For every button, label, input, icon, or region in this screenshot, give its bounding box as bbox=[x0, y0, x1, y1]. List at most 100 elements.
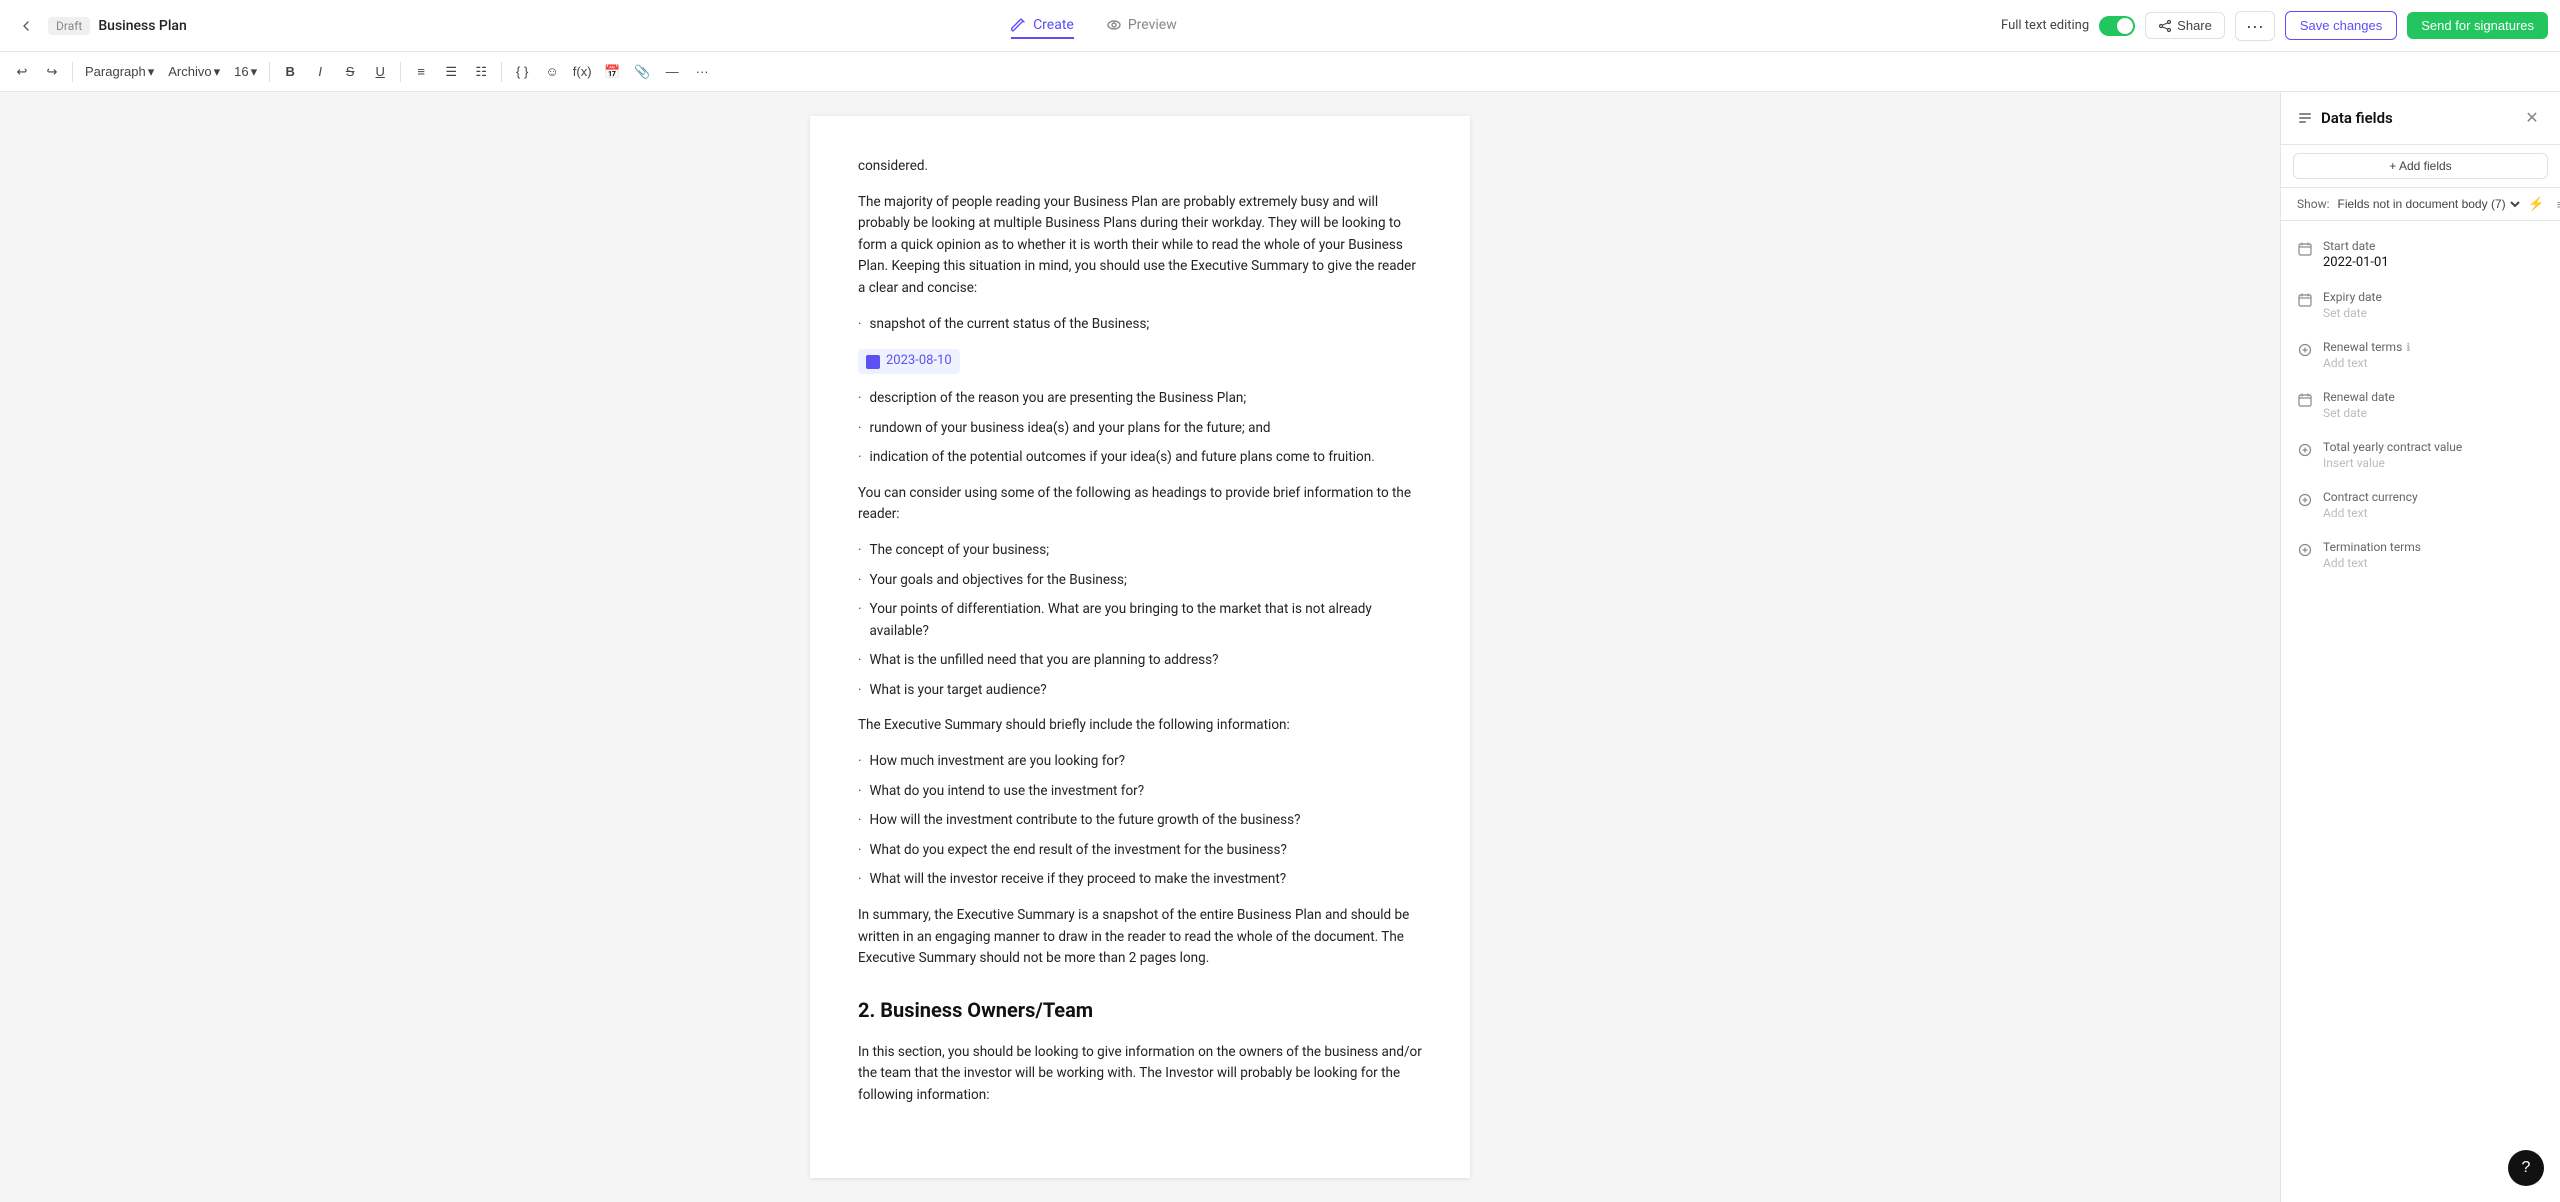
field-name: Start date bbox=[2323, 239, 2544, 253]
ordered-list-button[interactable]: ☷ bbox=[467, 58, 495, 86]
filter-select[interactable]: Fields not in document body (7) bbox=[2334, 196, 2523, 212]
tab-create[interactable]: Create bbox=[1011, 13, 1074, 39]
save-changes-button[interactable]: Save changes bbox=[2285, 11, 2397, 40]
toolbar-separator-2 bbox=[269, 62, 270, 82]
nav-tabs: Create Preview bbox=[195, 13, 1993, 39]
filter-icons: ⚡ ≡ bbox=[2527, 194, 2560, 214]
para1: The majority of people reading your Busi… bbox=[858, 192, 1422, 300]
bullet-list-button[interactable]: ☰ bbox=[437, 58, 465, 86]
more-toolbar-button[interactable]: ··· bbox=[688, 58, 716, 86]
add-fields-button[interactable]: + Add fields bbox=[2293, 153, 2548, 179]
field-placeholder[interactable]: Insert value bbox=[2323, 456, 2544, 470]
emoji-button[interactable]: ☺ bbox=[538, 58, 566, 86]
para3: The Executive Summary should briefly inc… bbox=[858, 715, 1422, 737]
attachment-button[interactable]: 📎 bbox=[628, 58, 656, 86]
editor-wrapper[interactable]: considered. The majority of people readi… bbox=[0, 92, 2280, 1202]
underline-button[interactable]: U bbox=[366, 58, 394, 86]
align-button[interactable]: ≡ bbox=[407, 58, 435, 86]
variable-button[interactable]: { } bbox=[508, 58, 536, 86]
bullet-item-11: What do you intend to use the investment… bbox=[858, 781, 1422, 803]
field-item: Renewal date Set date bbox=[2281, 380, 2560, 430]
top-navigation: Draft Business Plan Create Preview Full … bbox=[0, 0, 2560, 52]
fields-icon bbox=[2297, 110, 2313, 126]
field-item: Renewal terms ℹ Add text bbox=[2281, 330, 2560, 380]
para4: In summary, the Executive Summary is a s… bbox=[858, 905, 1422, 970]
bullet-item-7: Your points of differentiation. What are… bbox=[858, 599, 1422, 642]
calendar-button[interactable]: 📅 bbox=[598, 58, 626, 86]
bullet-list-2: description of the reason you are presen… bbox=[858, 388, 1422, 469]
field-content: Renewal terms ℹ Add text bbox=[2323, 340, 2544, 370]
more-options-button[interactable]: ··· bbox=[2235, 11, 2275, 41]
bullet-item-3: rundown of your business idea(s) and you… bbox=[858, 418, 1422, 440]
field-name: Expiry date bbox=[2323, 290, 2544, 304]
draft-badge: Draft bbox=[48, 17, 90, 35]
font-dropdown[interactable]: Archivo ▾ bbox=[162, 58, 226, 86]
font-size-dropdown[interactable]: 16 ▾ bbox=[228, 58, 263, 86]
filter-button[interactable]: ⚡ bbox=[2527, 194, 2547, 214]
bullet-list-1: snapshot of the current status of the Bu… bbox=[858, 314, 1422, 336]
section2-para: In this section, you should be looking t… bbox=[858, 1042, 1422, 1107]
full-text-toggle[interactable] bbox=[2099, 16, 2135, 36]
italic-button[interactable]: I bbox=[306, 58, 334, 86]
paragraph-dropdown[interactable]: Paragraph ▾ bbox=[79, 58, 160, 86]
field-content: Renewal date Set date bbox=[2323, 390, 2544, 420]
strikethrough-button[interactable]: S bbox=[336, 58, 364, 86]
field-type-icon bbox=[2297, 241, 2313, 257]
field-placeholder[interactable]: Add text bbox=[2323, 356, 2544, 370]
bold-button[interactable]: B bbox=[276, 58, 304, 86]
field-name: Total yearly contract value bbox=[2323, 440, 2544, 454]
sort-button[interactable]: ≡ bbox=[2551, 194, 2560, 214]
field-content: Start date 2022-01-01 bbox=[2323, 239, 2544, 270]
field-type-icon bbox=[2297, 292, 2313, 308]
nav-right: Full text editing Share ··· Save changes… bbox=[2001, 11, 2548, 41]
formula-button[interactable]: f(x) bbox=[568, 58, 596, 86]
back-button[interactable] bbox=[12, 12, 40, 40]
field-placeholder[interactable]: Set date bbox=[2323, 306, 2544, 320]
field-item: Termination terms Add text bbox=[2281, 530, 2560, 580]
document-content[interactable]: considered. The majority of people readi… bbox=[858, 156, 1422, 1107]
intro-para: considered. bbox=[858, 156, 1422, 178]
field-item: Total yearly contract value Insert value bbox=[2281, 430, 2560, 480]
date-tag: 2023-08-10 bbox=[858, 349, 960, 374]
bullet-item-10: How much investment are you looking for? bbox=[858, 751, 1422, 773]
bullet-item-14: What will the investor receive if they p… bbox=[858, 869, 1422, 891]
field-content: Contract currency Add text bbox=[2323, 490, 2544, 520]
field-name: Contract currency bbox=[2323, 490, 2544, 504]
editor-page: considered. The majority of people readi… bbox=[810, 116, 1470, 1178]
field-type-icon bbox=[2297, 442, 2313, 458]
fields-list: Start date 2022-01-01 Expiry date Set da… bbox=[2281, 221, 2560, 1202]
field-content: Total yearly contract value Insert value bbox=[2323, 440, 2544, 470]
undo-button[interactable]: ↩ bbox=[8, 58, 36, 86]
panel-header: Data fields ✕ bbox=[2281, 92, 2560, 145]
tab-preview[interactable]: Preview bbox=[1106, 13, 1177, 39]
field-content: Termination terms Add text bbox=[2323, 540, 2544, 570]
panel-toolbar: + Add fields bbox=[2281, 145, 2560, 188]
field-type-icon bbox=[2297, 342, 2313, 358]
bullet-item-8: What is the unfilled need that you are p… bbox=[858, 650, 1422, 672]
field-placeholder[interactable]: Add text bbox=[2323, 556, 2544, 570]
bullet-item-9: What is your target audience? bbox=[858, 680, 1422, 702]
field-item: Start date 2022-01-01 bbox=[2281, 229, 2560, 280]
send-for-signatures-button[interactable]: Send for signatures bbox=[2407, 12, 2548, 39]
field-name: Renewal terms ℹ bbox=[2323, 340, 2544, 354]
field-type-icon bbox=[2297, 542, 2313, 558]
bullet-list-3: The concept of your business; Your goals… bbox=[858, 540, 1422, 702]
show-label: Show: bbox=[2297, 197, 2330, 211]
dash-button[interactable]: — bbox=[658, 58, 686, 86]
field-placeholder[interactable]: Set date bbox=[2323, 406, 2544, 420]
bullet-item-5: The concept of your business; bbox=[858, 540, 1422, 562]
field-type-icon bbox=[2297, 392, 2313, 408]
share-button[interactable]: Share bbox=[2145, 12, 2225, 39]
help-button[interactable]: ? bbox=[2508, 1150, 2544, 1186]
panel-filter-row: Show: Fields not in document body (7) ⚡ … bbox=[2281, 188, 2560, 221]
panel-close-button[interactable]: ✕ bbox=[2520, 106, 2544, 130]
field-type-icon bbox=[2297, 492, 2313, 508]
field-info-icon: ℹ bbox=[2406, 341, 2410, 354]
field-item: Contract currency Add text bbox=[2281, 480, 2560, 530]
field-placeholder[interactable]: Add text bbox=[2323, 506, 2544, 520]
field-item: Expiry date Set date bbox=[2281, 280, 2560, 330]
field-value: 2022-01-01 bbox=[2323, 255, 2544, 270]
bullet-item-1: snapshot of the current status of the Bu… bbox=[858, 314, 1422, 336]
toolbar-separator-1 bbox=[72, 62, 73, 82]
redo-button[interactable]: ↪ bbox=[38, 58, 66, 86]
